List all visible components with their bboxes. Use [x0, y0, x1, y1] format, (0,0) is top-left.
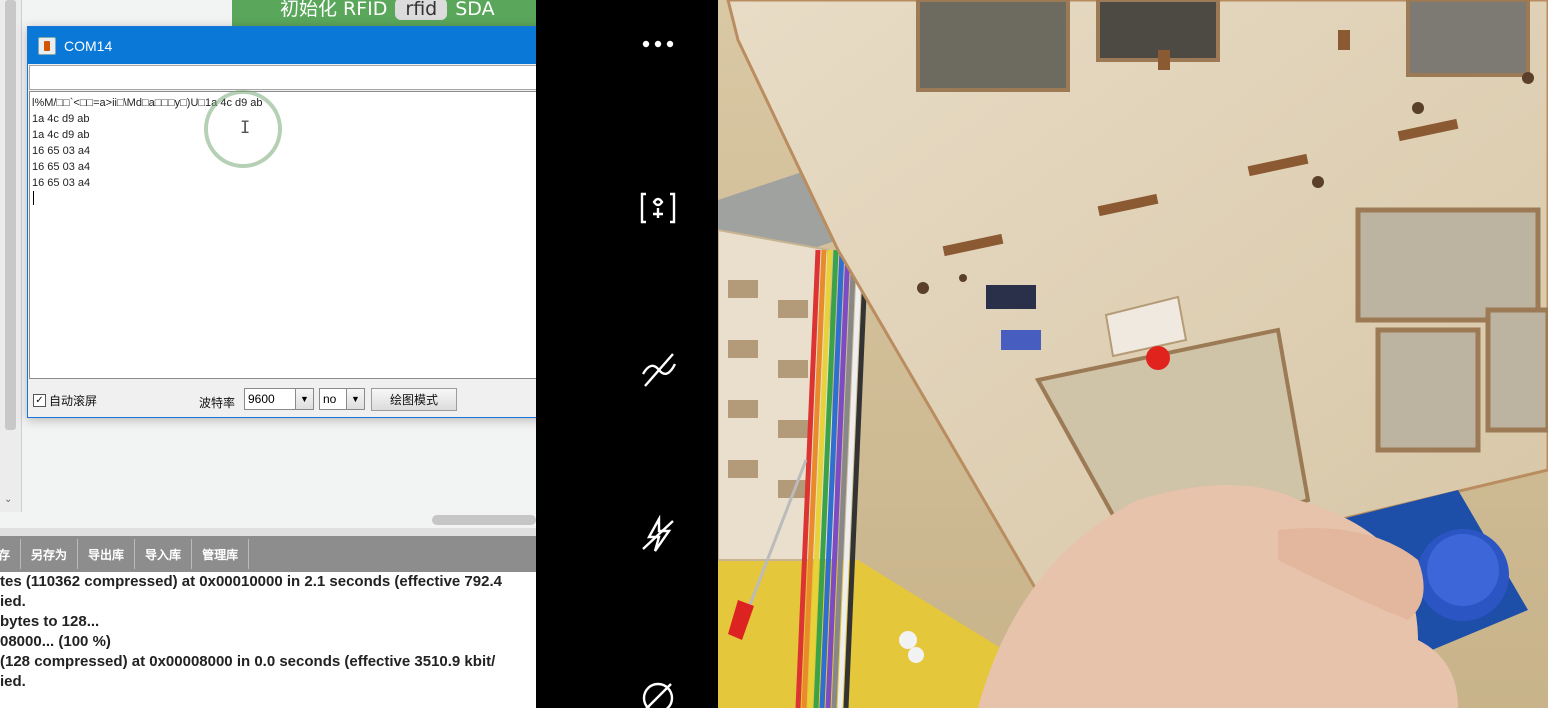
block-label-right: SDA [455, 0, 495, 20]
java-app-icon [38, 36, 56, 55]
output-line: 1a 4c d9 ab [32, 129, 90, 141]
camera-scene [718, 0, 1548, 708]
vertical-scrollbar[interactable] [5, 0, 16, 430]
import-library-button[interactable]: 导入库 [135, 539, 193, 569]
panel-divider[interactable] [0, 528, 536, 536]
output-line: 16 65 03 a4 [32, 161, 91, 173]
output-line: l%M/□□`<□□=a>ii□\Md□a□□□y□)U□1a 4c d9 ab [32, 97, 263, 109]
serial-monitor-window: COM14 发送 l%M/□□`<□□=a>ii□\Md□a□□□y□)U□1a… [27, 26, 611, 418]
scroll-down-arrow-icon[interactable]: ⌄ [4, 494, 12, 505]
baud-rate-value: 9600 [248, 392, 275, 406]
autoscroll-toggle[interactable]: ✓ 自动滚屏 [33, 392, 97, 409]
ide-left-panel: ⌄ [0, 0, 22, 512]
line-ending-select[interactable]: no ▼ [319, 388, 365, 410]
export-library-button[interactable]: 导出库 [78, 539, 136, 569]
console-line: (128 compressed) at 0x00008000 in 0.0 se… [0, 653, 496, 670]
console-line: ied. [0, 673, 26, 690]
manage-library-button[interactable]: 管理库 [192, 539, 250, 569]
horizontal-scrollbar[interactable] [432, 515, 536, 525]
send-row: 发送 [29, 65, 609, 91]
serial-output[interactable]: l%M/□□`<□□=a>ii□\Md□a□□□y□)U□1a 4c d9 ab… [29, 91, 609, 379]
upload-console: tes (110362 compressed) at 0x00010000 in… [0, 572, 536, 708]
title-bar[interactable]: COM14 [28, 27, 610, 64]
ide-toolbar: 存 另存为 导出库 导入库 管理库 [0, 536, 536, 572]
block-label-left: 初始化 RFID [280, 0, 388, 20]
autoscroll-label: 自动滚屏 [49, 394, 98, 408]
block-rfid-pill[interactable]: rfid [395, 0, 448, 20]
console-line: ied. [0, 593, 26, 610]
autoscroll-checkbox[interactable]: ✓ [33, 394, 46, 407]
more-icon [642, 40, 674, 48]
output-line: 16 65 03 a4 [32, 177, 91, 189]
save-button[interactable]: 存 [0, 539, 22, 569]
rfid-init-block[interactable]: 初始化 RFID rfid SDA [232, 0, 536, 28]
hdr-off-button[interactable] [632, 674, 684, 708]
baud-rate-select[interactable]: 9600 ▼ [244, 388, 314, 410]
camera-toolbar [536, 0, 718, 708]
auto-flash-off-icon [642, 515, 674, 552]
text-caret [33, 191, 34, 205]
screenshot-button[interactable] [632, 186, 684, 230]
line-ending-value: no [323, 392, 337, 406]
flash-off-button[interactable] [632, 348, 684, 392]
baud-rate-label: 波特率 [199, 396, 236, 410]
serial-controls: ✓ 自动滚屏 波特率 9600 ▼ no ▼ 绘图模式 清空 [29, 380, 609, 416]
dropdown-arrow-icon[interactable]: ▼ [346, 389, 364, 409]
console-line: bytes to 128... [0, 613, 100, 630]
console-line: tes (110362 compressed) at 0x00010000 in… [0, 573, 502, 590]
auto-flash-off-button[interactable] [632, 513, 684, 557]
console-line: 08000... (100 %) [0, 633, 111, 650]
send-input[interactable] [29, 65, 549, 90]
output-line: 16 65 03 a4 [32, 145, 91, 157]
output-line: 1a 4c d9 ab [32, 113, 90, 125]
screenshot-icon [640, 192, 676, 224]
plot-mode-button[interactable]: 绘图模式 [371, 388, 457, 411]
text-cursor-icon: I [240, 118, 251, 138]
save-as-button[interactable]: 另存为 [21, 539, 79, 569]
flash-off-icon [641, 353, 677, 387]
more-options-button[interactable] [632, 22, 684, 66]
dropdown-arrow-icon[interactable]: ▼ [295, 389, 313, 409]
window-title: COM14 [64, 37, 113, 54]
camera-feed [718, 0, 1548, 708]
hdr-off-icon [642, 682, 674, 708]
